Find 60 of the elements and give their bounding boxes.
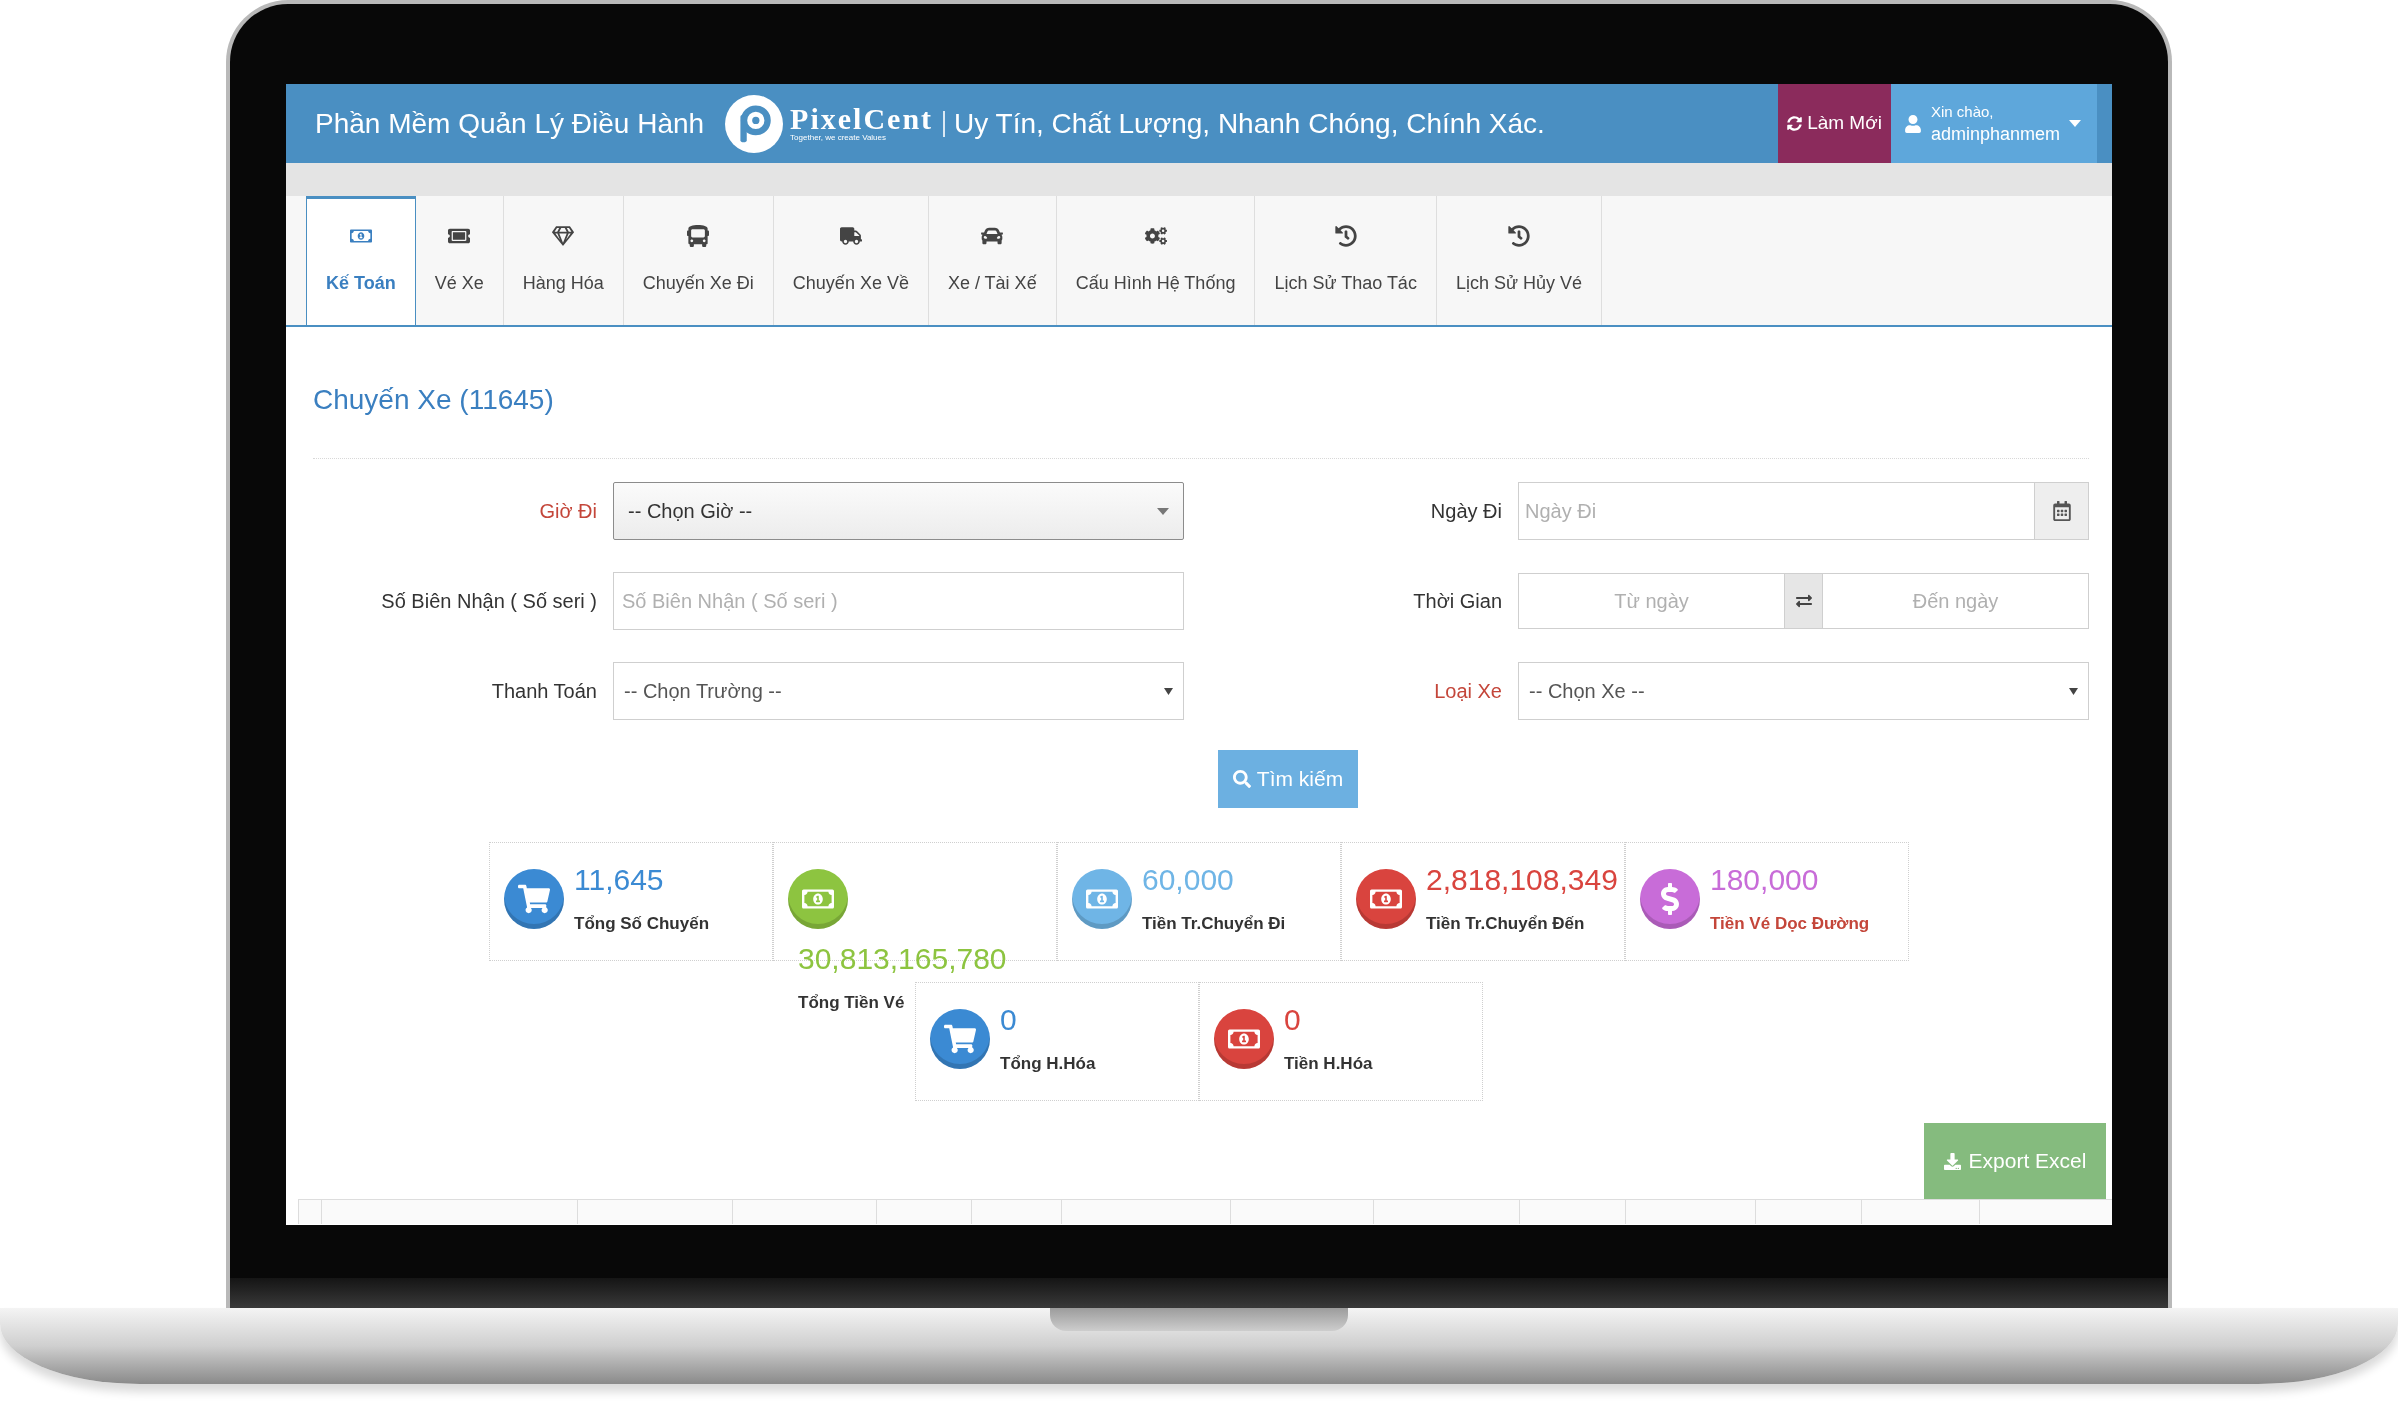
tab[interactable]: Chuyến Xe Đi [623,196,774,325]
caret-down-icon [1164,687,1173,695]
stat-label: Tổng H.Hóa [1000,1053,1096,1075]
stat-value: 2,818,108,349 [1426,862,1618,898]
search-icon [1232,770,1251,788]
caret-down-icon [1157,507,1169,515]
field-label: Số Biên Nhận ( Số seri ) [381,589,597,614]
tab[interactable]: Xe / Tài Xế [928,196,1057,325]
field-label: Giờ Đi [539,499,597,524]
tab[interactable]: Hàng Hóa [503,196,624,325]
stat-value: 30,813,165,780 [798,941,1007,977]
car-icon [981,225,1004,247]
app-slogan: Uy Tín, Chất Lượng, Nhanh Chóng, Chính Xác. [954,106,1545,141]
date-field[interactable]: Ngày Đi [1518,482,2035,540]
field-label: Thanh Toán [491,679,597,704]
text-field[interactable]: Số Biên Nhận ( Số seri ) [613,572,1184,630]
stat-label: Tiền Vé Dọc Đường [1710,913,1870,935]
stat-label: Tiền Tr.Chuyển Đi [1142,913,1286,935]
swap-icon [1785,573,1822,629]
history-icon [1334,225,1357,247]
bus-icon [687,225,710,247]
stat-value: 0 [1000,1002,1017,1038]
tab[interactable]: Chuyến Xe Về [773,196,929,325]
logo-tagline: Together, we create Values [790,132,888,143]
stat-value: 180,000 [1710,862,1819,898]
page-title: Chuyến Xe (11645) [313,383,554,417]
select-field[interactable]: -- Chọn Trường -- [613,662,1184,720]
history-icon [1507,225,1530,247]
tab[interactable]: Lịch Sử Hủy Vé [1436,196,1602,325]
date-field[interactable]: Đến ngày [1822,573,2089,629]
stat-value: 11,645 [574,862,664,898]
stat-label: Tiền H.Hóa [1284,1053,1373,1075]
field-label: Ngày Đi [1430,499,1502,524]
stat-value: 60,000 [1142,862,1234,898]
stat-label: Tổng Tiền Vé [798,992,905,1014]
caret-down-icon [2069,120,2081,127]
diamond-icon [552,225,575,247]
refresh-button[interactable]: Làm Mới [1778,84,1891,163]
stat-value: 0 [1284,1002,1301,1038]
download-icon [1943,1152,1961,1170]
logo-icon [725,94,784,153]
logo-text: PixelCent [790,104,934,133]
date-field[interactable]: Từ ngày [1518,573,1785,629]
user-icon [1905,114,1921,133]
gears-icon [1144,225,1167,247]
caret-down-icon [2069,687,2078,695]
tab[interactable]: Vé Xe [415,196,504,325]
stat-label: Tiền Tr.Chuyển Đến [1426,913,1585,935]
select-field[interactable]: -- Chọn Xe -- [1518,662,2089,720]
truck-icon [839,225,862,247]
stat-label: Tổng Số Chuyến [574,913,710,935]
refresh-icon [1787,116,1803,131]
tab[interactable]: Kế Toán [306,196,416,325]
field-label: Thời Gian [1413,589,1502,614]
app-title: Phần Mềm Quản Lý Điều Hành [315,106,705,141]
field-label: Loại Xe [1434,679,1502,704]
select-field[interactable]: -- Chọn Giờ -- [613,482,1184,540]
tab[interactable]: Cấu Hình Hệ Thống [1056,196,1256,325]
tab[interactable]: Lịch Sử Thao Tác [1255,196,1437,325]
calendar-icon[interactable] [2035,482,2089,540]
